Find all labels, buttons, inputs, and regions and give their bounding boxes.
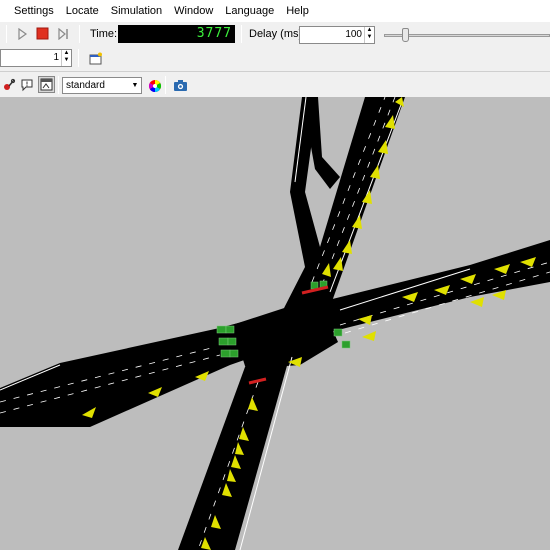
chevron-down-icon[interactable]: ▼ xyxy=(129,78,141,93)
menu-bar: Settings Locate Simulation Window Langua… xyxy=(0,0,550,22)
south-road xyxy=(178,355,290,550)
junction xyxy=(232,297,338,369)
color-wheel-icon[interactable] xyxy=(146,77,163,94)
time-display: 3777 xyxy=(118,25,235,43)
step-value: 1 xyxy=(53,52,59,63)
sumo-gui-window: Settings Locate Simulation Window Langua… xyxy=(0,0,550,550)
delay-spinner[interactable]: 100 ▲ ▼ xyxy=(299,26,375,44)
delay-value: 100 xyxy=(345,29,362,40)
menu-simulation[interactable]: Simulation xyxy=(111,5,162,17)
menu-language[interactable]: Language xyxy=(225,5,274,17)
color-scheme-value: standard xyxy=(66,80,105,91)
toolbar-separator xyxy=(6,25,7,43)
simulation-canvas[interactable] xyxy=(0,97,550,550)
step-spinner[interactable]: 1 ▲ ▼ xyxy=(0,49,72,67)
toolbar-separator xyxy=(241,25,242,43)
toolbar-separator xyxy=(165,76,166,94)
chat-icon[interactable] xyxy=(18,76,35,93)
toolbar-separator xyxy=(78,49,79,67)
step-spinner-arrows[interactable]: ▲ ▼ xyxy=(61,50,71,66)
new-view-icon[interactable] xyxy=(87,50,104,67)
toolbar-separator xyxy=(79,25,80,43)
delay-label: Delay (ms): xyxy=(249,28,306,40)
toolbar-separator xyxy=(58,76,59,94)
menu-window[interactable]: Window xyxy=(174,5,213,17)
play-icon[interactable] xyxy=(13,25,30,42)
menu-settings[interactable]: Settings xyxy=(14,5,54,17)
viewport-icon[interactable] xyxy=(38,76,55,93)
delay-spinner-arrows[interactable]: ▲ ▼ xyxy=(364,27,374,43)
delay-slider-thumb[interactable] xyxy=(402,28,409,42)
step-icon[interactable] xyxy=(55,25,72,42)
road-network xyxy=(0,97,550,550)
toolbar-divider xyxy=(0,71,550,72)
color-scheme-select[interactable]: standard ▼ xyxy=(62,77,142,94)
locate-icon[interactable] xyxy=(0,76,17,93)
menu-locate[interactable]: Locate xyxy=(66,5,99,17)
menu-help[interactable]: Help xyxy=(286,5,309,17)
screenshot-icon[interactable] xyxy=(172,77,189,94)
north-road xyxy=(282,97,405,312)
stop-icon[interactable] xyxy=(34,25,51,42)
time-label: Time: xyxy=(90,28,118,40)
